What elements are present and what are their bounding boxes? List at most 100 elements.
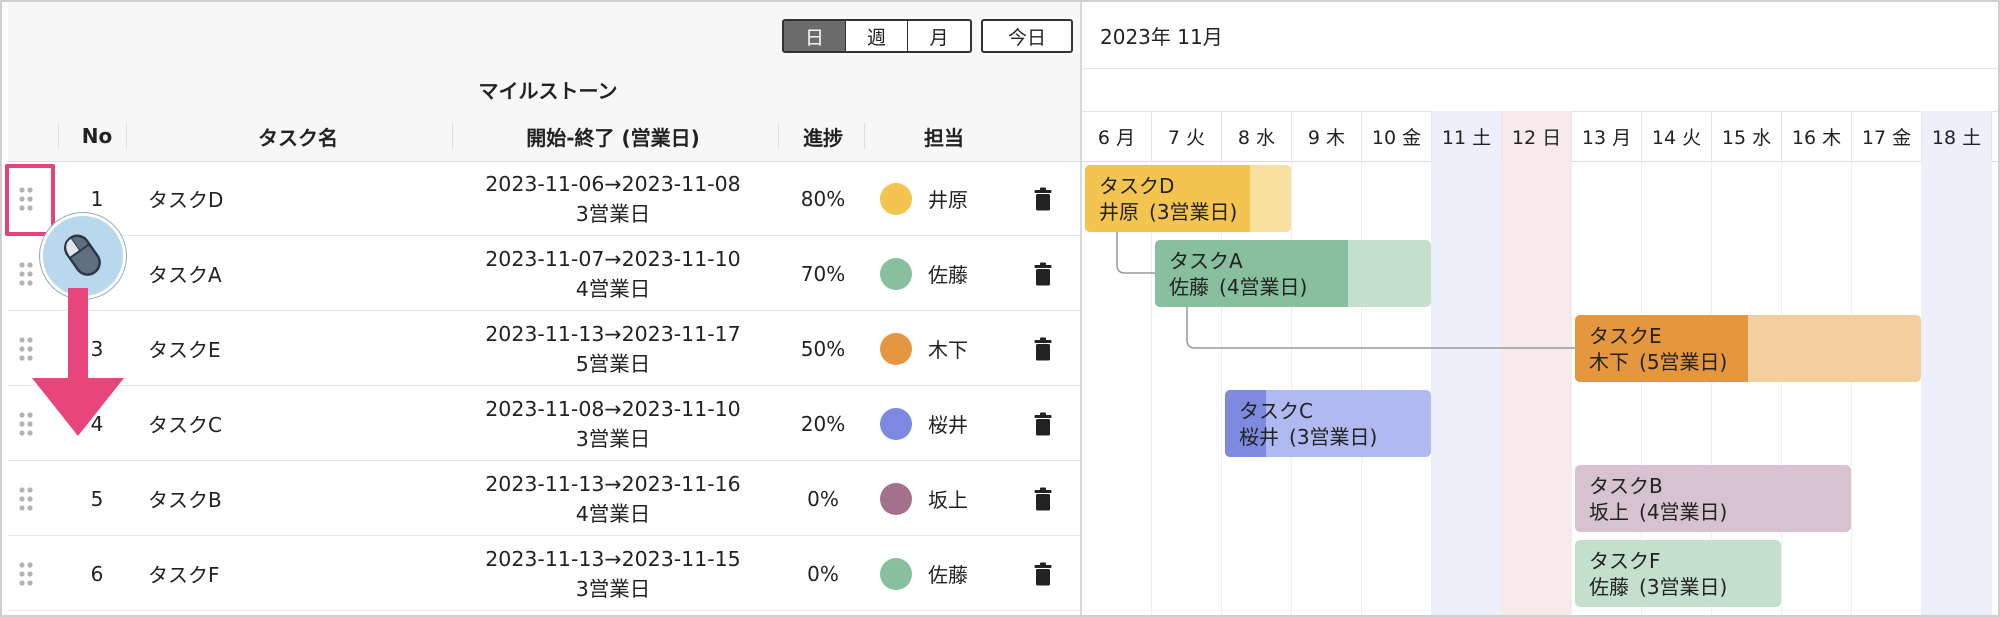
day-column (1362, 161, 1432, 615)
day-column (1502, 161, 1572, 615)
gantt-bar-label: タスクA 佐藤 (4営業日) (1169, 248, 1307, 300)
gantt-bar-task: タスクA (1169, 249, 1243, 273)
gantt-bar-assignee: 佐藤 (1589, 575, 1629, 599)
column-no: No (81, 124, 113, 148)
task-assignee[interactable]: 桜井 (874, 386, 1014, 461)
trash-icon[interactable] (1018, 311, 1068, 386)
task-assignee[interactable]: 井原 (874, 161, 1014, 236)
task-business-days: 4営業日 (575, 501, 651, 526)
gantt-bar-task: タスクD (1099, 174, 1175, 198)
task-business-days: 5営業日 (575, 351, 651, 376)
drag-handle-icon[interactable] (14, 536, 38, 611)
day-column (1292, 161, 1362, 615)
task-progress[interactable]: 70% (778, 236, 868, 311)
task-business-days: 3営業日 (575, 426, 651, 451)
gantt-bar-days: (3営業日) (1639, 575, 1728, 599)
task-list-panel: 日 週 月 今日 マイルストーン No タスク名 開始-終了 (営業日) 進捗 … (8, 2, 1080, 615)
table-row[interactable]: 5 タスクB 2023-11-13→2023-11-16 4営業日 0% 坂上 (8, 461, 1080, 536)
milestone-row: マイルストーン (8, 68, 1080, 112)
avatar (880, 332, 912, 365)
day-column (1432, 161, 1502, 615)
gantt-bar[interactable]: タスクE 木下 (5営業日) (1575, 315, 1921, 382)
trash-icon[interactable] (1018, 161, 1068, 236)
gantt-bar-assignee: 桜井 (1239, 425, 1279, 449)
task-dates[interactable]: 2023-11-07→2023-11-10 4営業日 (448, 236, 778, 311)
drag-handle-highlight (5, 164, 55, 236)
mouse-icon (40, 213, 126, 299)
day-column (1782, 161, 1852, 615)
day-column (1922, 161, 1992, 615)
gantt-bar-days: (3営業日) (1149, 200, 1238, 224)
assignee-name: 木下 (928, 338, 968, 362)
task-progress[interactable]: 20% (778, 386, 868, 461)
task-name[interactable]: タスクB (148, 461, 448, 536)
table-row[interactable]: 4 タスクC 2023-11-08→2023-11-10 3営業日 20% 桜井 (8, 386, 1080, 461)
task-name[interactable]: タスクC (148, 386, 448, 461)
task-name[interactable]: タスクD (148, 161, 448, 236)
task-dates[interactable]: 2023-11-13→2023-11-17 5営業日 (448, 311, 778, 386)
month-row: 2023年 11月 (1082, 2, 1998, 69)
column-assignee: 担当 (924, 125, 964, 150)
today-button[interactable]: 今日 (981, 19, 1073, 53)
trash-icon[interactable] (1018, 386, 1068, 461)
trash-icon[interactable] (1018, 461, 1068, 536)
task-assignee[interactable]: 佐藤 (874, 236, 1014, 311)
gantt-bar-label: タスクF 佐藤 (3営業日) (1589, 548, 1727, 600)
table-row[interactable]: 6 タスクF 2023-11-13→2023-11-15 3営業日 0% 佐藤 (8, 536, 1080, 611)
avatar (880, 257, 912, 290)
day-label: 12 日 (1502, 111, 1572, 161)
gantt-bar[interactable]: タスクD 井原 (3営業日) (1085, 165, 1291, 232)
task-progress[interactable]: 80% (778, 161, 868, 236)
task-progress[interactable]: 0% (778, 536, 868, 611)
table-row[interactable]: 3 タスクE 2023-11-13→2023-11-17 5営業日 50% 木下 (8, 311, 1080, 386)
task-no: 5 (90, 486, 104, 511)
trash-icon[interactable] (1018, 536, 1068, 611)
day-label: 10 金 (1362, 111, 1432, 161)
day-column (1852, 161, 1922, 615)
task-name[interactable]: タスクF (148, 536, 448, 611)
avatar (880, 557, 912, 590)
task-dates[interactable]: 2023-11-13→2023-11-16 4営業日 (448, 461, 778, 536)
view-mode-switch: 日 週 月 (782, 19, 972, 53)
task-date-range: 2023-11-07→2023-11-10 (485, 246, 741, 271)
assignee-name: 坂上 (928, 488, 968, 512)
task-dates[interactable]: 2023-11-06→2023-11-08 3営業日 (448, 161, 778, 236)
task-dates[interactable]: 2023-11-08→2023-11-10 3営業日 (448, 386, 778, 461)
task-progress[interactable]: 50% (778, 311, 868, 386)
column-dates: 開始-終了 (営業日) (526, 125, 700, 150)
task-date-range: 2023-11-13→2023-11-17 (485, 321, 741, 346)
task-name[interactable]: タスクA (148, 236, 448, 311)
view-week-button[interactable]: 週 (846, 21, 908, 51)
task-assignee[interactable]: 佐藤 (874, 536, 1014, 611)
gantt-bar[interactable]: タスクC 桜井 (3営業日) (1225, 390, 1431, 457)
day-label: 13 月 (1572, 111, 1642, 161)
view-day-button[interactable]: 日 (784, 21, 846, 51)
day-label: 14 火 (1642, 111, 1712, 161)
task-name[interactable]: タスクE (148, 311, 448, 386)
table-row[interactable]: 1 タスクD 2023-11-06→2023-11-08 3営業日 80% 井原 (8, 161, 1080, 236)
task-progress[interactable]: 0% (778, 461, 868, 536)
task-assignee[interactable]: 木下 (874, 311, 1014, 386)
gantt-bar-label: タスクE 木下 (5営業日) (1589, 323, 1727, 375)
task-date-range: 2023-11-06→2023-11-08 (485, 171, 741, 196)
gantt-bar[interactable]: タスクA 佐藤 (4営業日) (1155, 240, 1431, 307)
table-row[interactable]: 2 タスクA 2023-11-07→2023-11-10 4営業日 70% 佐藤 (8, 236, 1080, 311)
assignee-name: 桜井 (928, 413, 968, 437)
gantt-bar-task: タスクE (1589, 324, 1662, 348)
task-business-days: 3営業日 (575, 201, 651, 226)
gantt-bar-label: タスクC 桜井 (3営業日) (1239, 398, 1377, 450)
task-date-range: 2023-11-13→2023-11-15 (485, 546, 741, 571)
trash-icon[interactable] (1018, 236, 1068, 311)
drag-handle-icon[interactable] (14, 461, 38, 536)
day-label: 16 木 (1782, 111, 1852, 161)
milestone-label: マイルストーン (478, 79, 618, 103)
day-label: 6 月 (1082, 111, 1152, 161)
column-name: タスク名 (258, 125, 338, 150)
task-assignee[interactable]: 坂上 (874, 461, 1014, 536)
view-month-button[interactable]: 月 (908, 21, 970, 51)
task-date-range: 2023-11-08→2023-11-10 (485, 396, 741, 421)
gantt-bar[interactable]: タスクF 佐藤 (3営業日) (1575, 540, 1781, 607)
task-dates[interactable]: 2023-11-13→2023-11-15 3営業日 (448, 536, 778, 611)
toolbar: 日 週 月 今日 (8, 2, 1080, 69)
gantt-bar[interactable]: タスクB 坂上 (4営業日) (1575, 465, 1851, 532)
